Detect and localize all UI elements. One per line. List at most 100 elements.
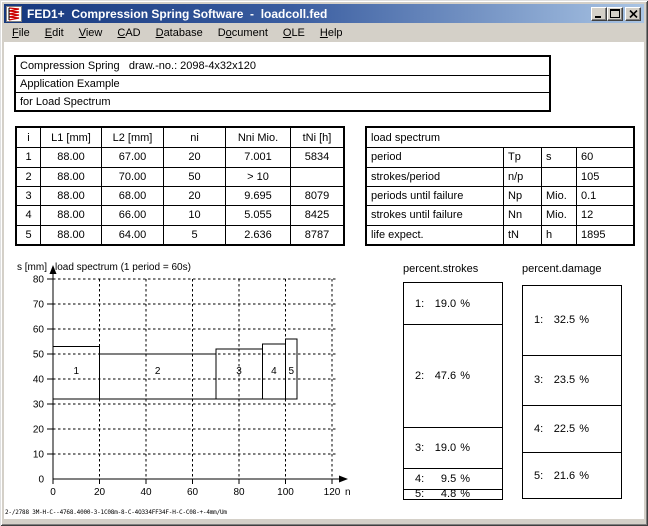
segment-index: 3:: [534, 374, 543, 386]
svg-text:20: 20: [33, 425, 45, 436]
svg-text:2: 2: [155, 366, 161, 377]
table-cell: 4: [17, 205, 40, 224]
svg-text:10: 10: [33, 450, 45, 461]
load-spectrum-table: load spectrumperiodTps60strokes/periodn/…: [365, 126, 635, 246]
table-cell: 60: [576, 147, 633, 166]
minimize-icon[interactable]: [591, 7, 607, 21]
svg-text:20: 20: [94, 487, 106, 498]
menu-item-file[interactable]: File: [12, 27, 30, 39]
svg-text:30: 30: [33, 400, 45, 411]
chart-svg: 01020304050607080020406080100120ns [mm]l…: [0, 258, 370, 508]
table-cell: tN: [503, 225, 541, 244]
table-cell: 67.00: [101, 147, 163, 166]
svg-text:0: 0: [50, 487, 56, 498]
table-cell: strokes/period: [367, 167, 503, 186]
percent-strokes-box: 1:19.0%2:47.6%3:19.0%4:9.5%5:4.8%: [403, 282, 503, 500]
menu-bar: File Edit View CAD Database Document OLE Help: [4, 23, 644, 42]
segment-index: 4:: [534, 423, 543, 435]
table-cell: Nn: [503, 205, 541, 224]
percent-sign: %: [460, 298, 470, 310]
header-line-3: for Load Spectrum: [16, 92, 549, 110]
segment-value: 32.5: [545, 314, 575, 326]
svg-text:5: 5: [289, 366, 295, 377]
svg-text:80: 80: [233, 487, 245, 498]
window-title: FED1+ Compression Spring Software - load…: [27, 7, 327, 21]
percent-damage-title: percent.damage: [522, 263, 602, 275]
menu-item-view[interactable]: View: [79, 27, 103, 39]
svg-text:50: 50: [33, 350, 45, 361]
status-text: 2-/2788 3M-H-C--4768.4000-3-1C08m-8-C-4O…: [5, 509, 227, 516]
segment-index: 4:: [415, 473, 424, 485]
window-controls: [591, 7, 641, 21]
spring-icon: [6, 6, 22, 22]
svg-text:s [mm]: s [mm]: [17, 262, 47, 273]
percent-sign: %: [579, 470, 589, 482]
menu-item-document[interactable]: Document: [218, 27, 268, 39]
table-cell: 10: [163, 205, 225, 224]
table-cell: [290, 167, 343, 186]
svg-text:3: 3: [236, 366, 242, 377]
svg-text:60: 60: [187, 487, 199, 498]
menu-item-database[interactable]: Database: [156, 27, 203, 39]
table-cell: 5.055: [225, 205, 290, 224]
table-cell: [541, 167, 576, 186]
segment-index: 5:: [534, 470, 543, 482]
table-cell: 2: [17, 167, 40, 186]
table-cell: s: [541, 147, 576, 166]
menu-item-ole[interactable]: OLE: [283, 27, 305, 39]
svg-text:n: n: [345, 487, 351, 498]
menu-item-help[interactable]: Help: [320, 27, 343, 39]
svg-text:load spectrum (1 period = 60s): load spectrum (1 period = 60s): [55, 262, 191, 273]
maximize-icon[interactable]: [607, 7, 623, 21]
menu-item-edit[interactable]: Edit: [45, 27, 64, 39]
menu-item-cad[interactable]: CAD: [117, 27, 140, 39]
header-line-2: Application Example: [16, 75, 549, 93]
table-cell: Mio.: [541, 205, 576, 224]
table-cell: 20: [163, 186, 225, 205]
percent-damage-segment-3: 3:23.5%: [523, 355, 621, 405]
table-cell: 88.00: [40, 147, 101, 166]
percent-damage-segment-5: 5:21.6%: [523, 452, 621, 498]
title-bar[interactable]: FED1+ Compression Spring Software - load…: [4, 4, 644, 23]
segment-value: 19.0: [426, 442, 456, 454]
table-cell: 3: [17, 186, 40, 205]
svg-text:80: 80: [33, 275, 45, 286]
percent-sign: %: [579, 374, 589, 386]
table-cell: 5: [163, 225, 225, 244]
table-header-cell: L1 [mm]: [40, 128, 101, 147]
svg-text:1: 1: [73, 366, 79, 377]
table-cell: 5: [17, 225, 40, 244]
svg-text:100: 100: [277, 487, 294, 498]
segment-index: 1:: [534, 314, 543, 326]
table-cell: n/p: [503, 167, 541, 186]
table-cell: 8425: [290, 205, 343, 224]
segment-index: 1:: [415, 298, 424, 310]
app-window: FED1+ Compression Spring Software - load…: [0, 0, 648, 526]
table-cell: 1895: [576, 225, 633, 244]
table-header-cell: Nni Mio.: [225, 128, 290, 147]
table-cell: 88.00: [40, 225, 101, 244]
table-header-cell: i: [17, 128, 40, 147]
percent-strokes-segment-2: 2:47.6%: [404, 324, 502, 427]
table-cell: 66.00: [101, 205, 163, 224]
segment-value: 22.5: [545, 423, 575, 435]
table-cell: 105: [576, 167, 633, 186]
table-cell: 70.00: [101, 167, 163, 186]
table-cell: 64.00: [101, 225, 163, 244]
table-cell: 9.695: [225, 186, 290, 205]
segment-index: 2:: [415, 370, 424, 382]
segment-value: 19.0: [426, 298, 456, 310]
table-header-cell: ni: [163, 128, 225, 147]
svg-text:120: 120: [324, 487, 341, 498]
table-cell: 12: [576, 205, 633, 224]
segment-index: 3:: [415, 442, 424, 454]
percent-sign: %: [460, 442, 470, 454]
percent-strokes-segment-4: 4:9.5%: [404, 468, 502, 489]
segment-value: 4.8: [426, 488, 456, 500]
drawing-header: Compression Spring draw.-no.: 2098-4x32x…: [14, 55, 551, 112]
table-cell: periods until failure: [367, 186, 503, 205]
table-cell: 88.00: [40, 186, 101, 205]
close-icon[interactable]: [625, 7, 641, 21]
svg-text:0: 0: [38, 475, 44, 486]
percent-strokes-segment-5: 5:4.8%: [404, 489, 502, 499]
